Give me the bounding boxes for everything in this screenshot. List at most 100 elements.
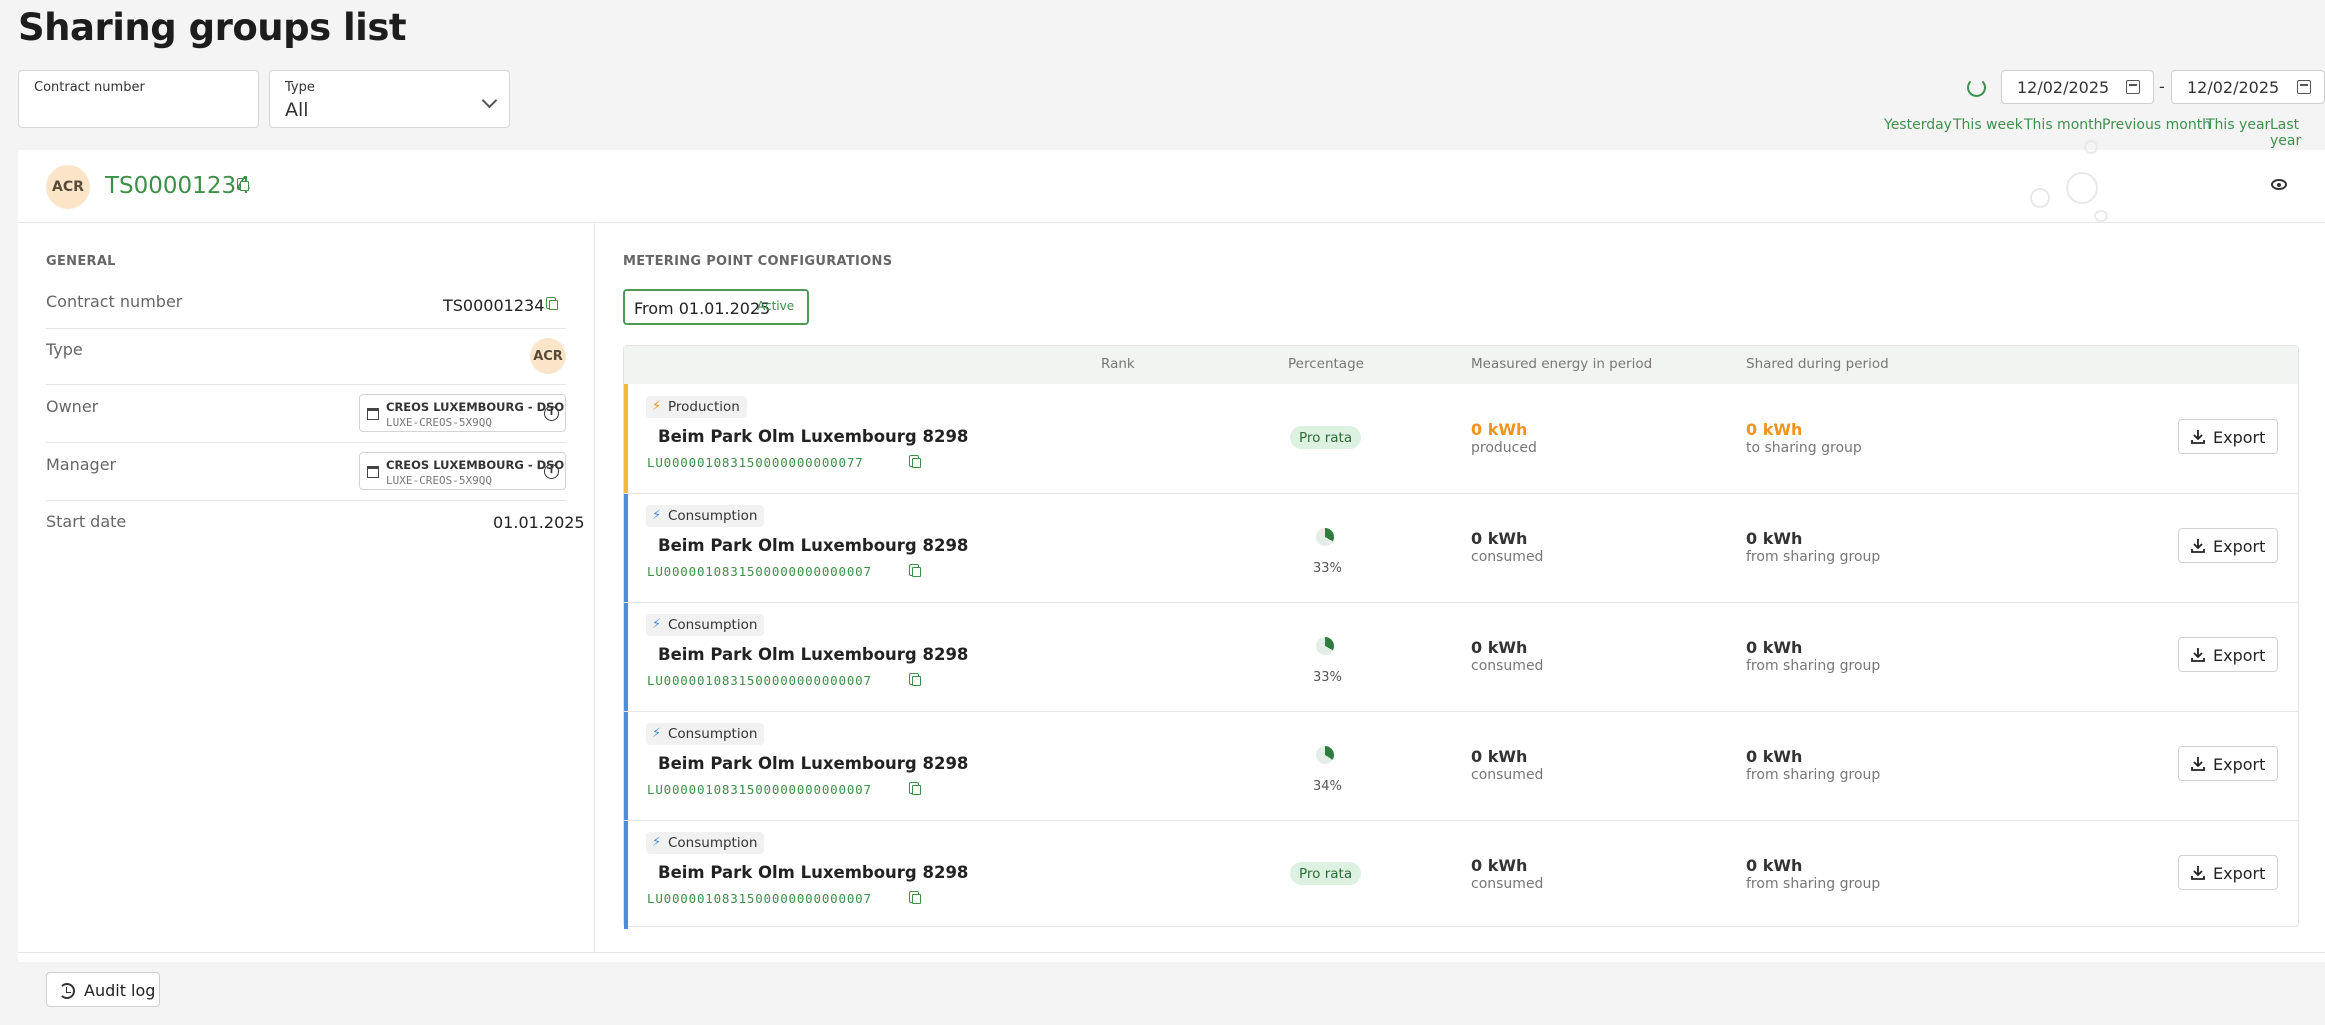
- column-measured-energy[interactable]: Measured energy in period: [1471, 356, 1652, 372]
- decorative-network-icon: [2030, 188, 2050, 208]
- metering-point-code: LU000001083150000000000077: [647, 455, 864, 470]
- quick-range-last-year[interactable]: Last year: [2270, 117, 2325, 149]
- lightning-icon: ⚡: [652, 835, 662, 850]
- divider: [46, 500, 566, 501]
- row-type-indicator: [624, 384, 628, 493]
- period-tab[interactable]: From 01.01.2025 Active: [623, 289, 809, 325]
- export-button[interactable]: Export: [2178, 637, 2278, 672]
- shared-energy-value: 0 kWh: [1746, 747, 1803, 766]
- period-status-badge: Active: [757, 299, 795, 313]
- refresh-icon[interactable]: [1967, 78, 1986, 97]
- quick-range-previous-month[interactable]: Previous month: [2102, 117, 2211, 133]
- type-value: All: [285, 99, 309, 121]
- contract-number-label: Contract number: [46, 292, 183, 311]
- shared-energy-unit: from sharing group: [1746, 876, 1881, 892]
- audit-log-button[interactable]: Audit log: [46, 972, 160, 1007]
- column-shared[interactable]: Shared during period: [1746, 356, 1889, 372]
- owner-name: CREOS LUXEMBOURG - DSO: [386, 400, 565, 414]
- row-divider: [624, 493, 2298, 494]
- percentage-pie: [1316, 746, 1334, 764]
- copy-icon[interactable]: [909, 673, 921, 686]
- building-icon: [367, 408, 379, 420]
- start-date-value: 01.01.2025: [493, 513, 585, 532]
- copy-icon[interactable]: [546, 297, 558, 310]
- type-select[interactable]: Type All: [269, 70, 510, 128]
- copy-icon[interactable]: [909, 455, 921, 468]
- quick-range-this-year[interactable]: This year: [2206, 117, 2270, 133]
- metering-point-name: Beim Park Olm Luxembourg 8298: [658, 754, 969, 773]
- shared-energy-unit: from sharing group: [1746, 658, 1881, 674]
- export-button[interactable]: Export: [2178, 419, 2278, 454]
- owner-organization[interactable]: CREOS LUXEMBOURG - DSO LUXE-CREOS-5X9QQ …: [359, 394, 566, 432]
- column-percentage[interactable]: Percentage: [1288, 356, 1364, 372]
- export-label: Export: [2213, 428, 2266, 447]
- history-icon: [59, 983, 75, 999]
- percentage-value: 33%: [1313, 670, 1342, 685]
- pro-rata-badge: Pro rata: [1290, 426, 1362, 449]
- shared-energy-value: 0 kWh: [1746, 638, 1803, 657]
- consumption-chip: ⚡ Consumption: [646, 723, 765, 745]
- download-icon: [2191, 865, 2205, 880]
- quick-range-this-week[interactable]: This week: [1953, 117, 2023, 133]
- metering-point-code: LU0000010831500000000000007: [647, 782, 872, 797]
- copy-icon[interactable]: [237, 178, 249, 191]
- download-icon: [2191, 429, 2205, 444]
- date-to-value: 12/02/2025: [2187, 77, 2280, 97]
- table-header: [624, 346, 2298, 384]
- shared-energy-unit: to sharing group: [1746, 440, 1862, 456]
- copy-icon[interactable]: [909, 564, 921, 577]
- percentage-value: 33%: [1313, 561, 1342, 576]
- general-section-title: GENERAL: [46, 254, 116, 269]
- start-date-label: Start date: [46, 512, 127, 531]
- lightning-icon: ⚡: [652, 726, 662, 741]
- quick-range-this-month[interactable]: This month: [2024, 117, 2103, 133]
- percentage-pie: [1316, 637, 1334, 655]
- divider: [46, 384, 566, 385]
- owner-code: LUXE-CREOS-5X9QQ: [386, 416, 492, 429]
- date-from-input[interactable]: 12/02/2025: [2001, 70, 2154, 104]
- building-icon: [367, 466, 379, 478]
- copy-icon[interactable]: [909, 891, 921, 904]
- row-divider: [624, 711, 2298, 712]
- decorative-network-icon: [2084, 140, 2098, 154]
- manager-name: CREOS LUXEMBOURG - DSO: [386, 458, 565, 472]
- date-separator: -: [2159, 77, 2165, 96]
- measured-energy-value: 0 kWh: [1471, 747, 1528, 766]
- contract-number-label: Contract number: [34, 80, 145, 95]
- metering-point-name: Beim Park Olm Luxembourg 8298: [658, 536, 969, 555]
- measured-energy-unit: consumed: [1471, 767, 1544, 783]
- footer-divider: [18, 952, 2325, 953]
- export-button[interactable]: Export: [2178, 528, 2278, 563]
- metering-point-code: LU0000010831500000000000007: [647, 564, 872, 579]
- info-icon[interactable]: i: [544, 406, 559, 421]
- download-icon: [2191, 647, 2205, 662]
- consumption-chip: ⚡ Consumption: [646, 505, 765, 527]
- lightning-icon: ⚡: [652, 617, 662, 632]
- download-icon: [2191, 756, 2205, 771]
- date-to-input[interactable]: 12/02/2025: [2171, 70, 2325, 104]
- export-button[interactable]: Export: [2178, 855, 2278, 890]
- export-label: Export: [2213, 755, 2266, 774]
- quick-range-yesterday[interactable]: Yesterday: [1884, 117, 1952, 133]
- decorative-network-icon: [2094, 210, 2108, 222]
- divider: [46, 442, 566, 443]
- metering-point-code: LU0000010831500000000000007: [647, 673, 872, 688]
- copy-icon[interactable]: [909, 782, 921, 795]
- owner-label: Owner: [46, 397, 99, 416]
- export-button[interactable]: Export: [2178, 746, 2278, 781]
- metering-point-name: Beim Park Olm Luxembourg 8298: [658, 863, 969, 882]
- manager-organization[interactable]: CREOS LUXEMBOURG - DSO LUXE-CREOS-5X9QQ …: [359, 452, 566, 490]
- audit-log-label: Audit log: [84, 981, 156, 1000]
- chip-label: Consumption: [668, 617, 758, 633]
- eye-icon[interactable]: [2271, 179, 2287, 190]
- manager-code: LUXE-CREOS-5X9QQ: [386, 474, 492, 487]
- card-header-divider: [18, 222, 2325, 223]
- measured-energy-unit: consumed: [1471, 658, 1544, 674]
- info-icon[interactable]: i: [544, 464, 559, 479]
- page-title: Sharing groups list: [18, 6, 407, 49]
- download-icon: [2191, 538, 2205, 553]
- group-avatar: ACR: [46, 165, 90, 209]
- column-rank[interactable]: Rank: [1101, 356, 1135, 372]
- contract-number-input[interactable]: Contract number: [18, 70, 259, 128]
- calendar-icon: [2126, 80, 2140, 94]
